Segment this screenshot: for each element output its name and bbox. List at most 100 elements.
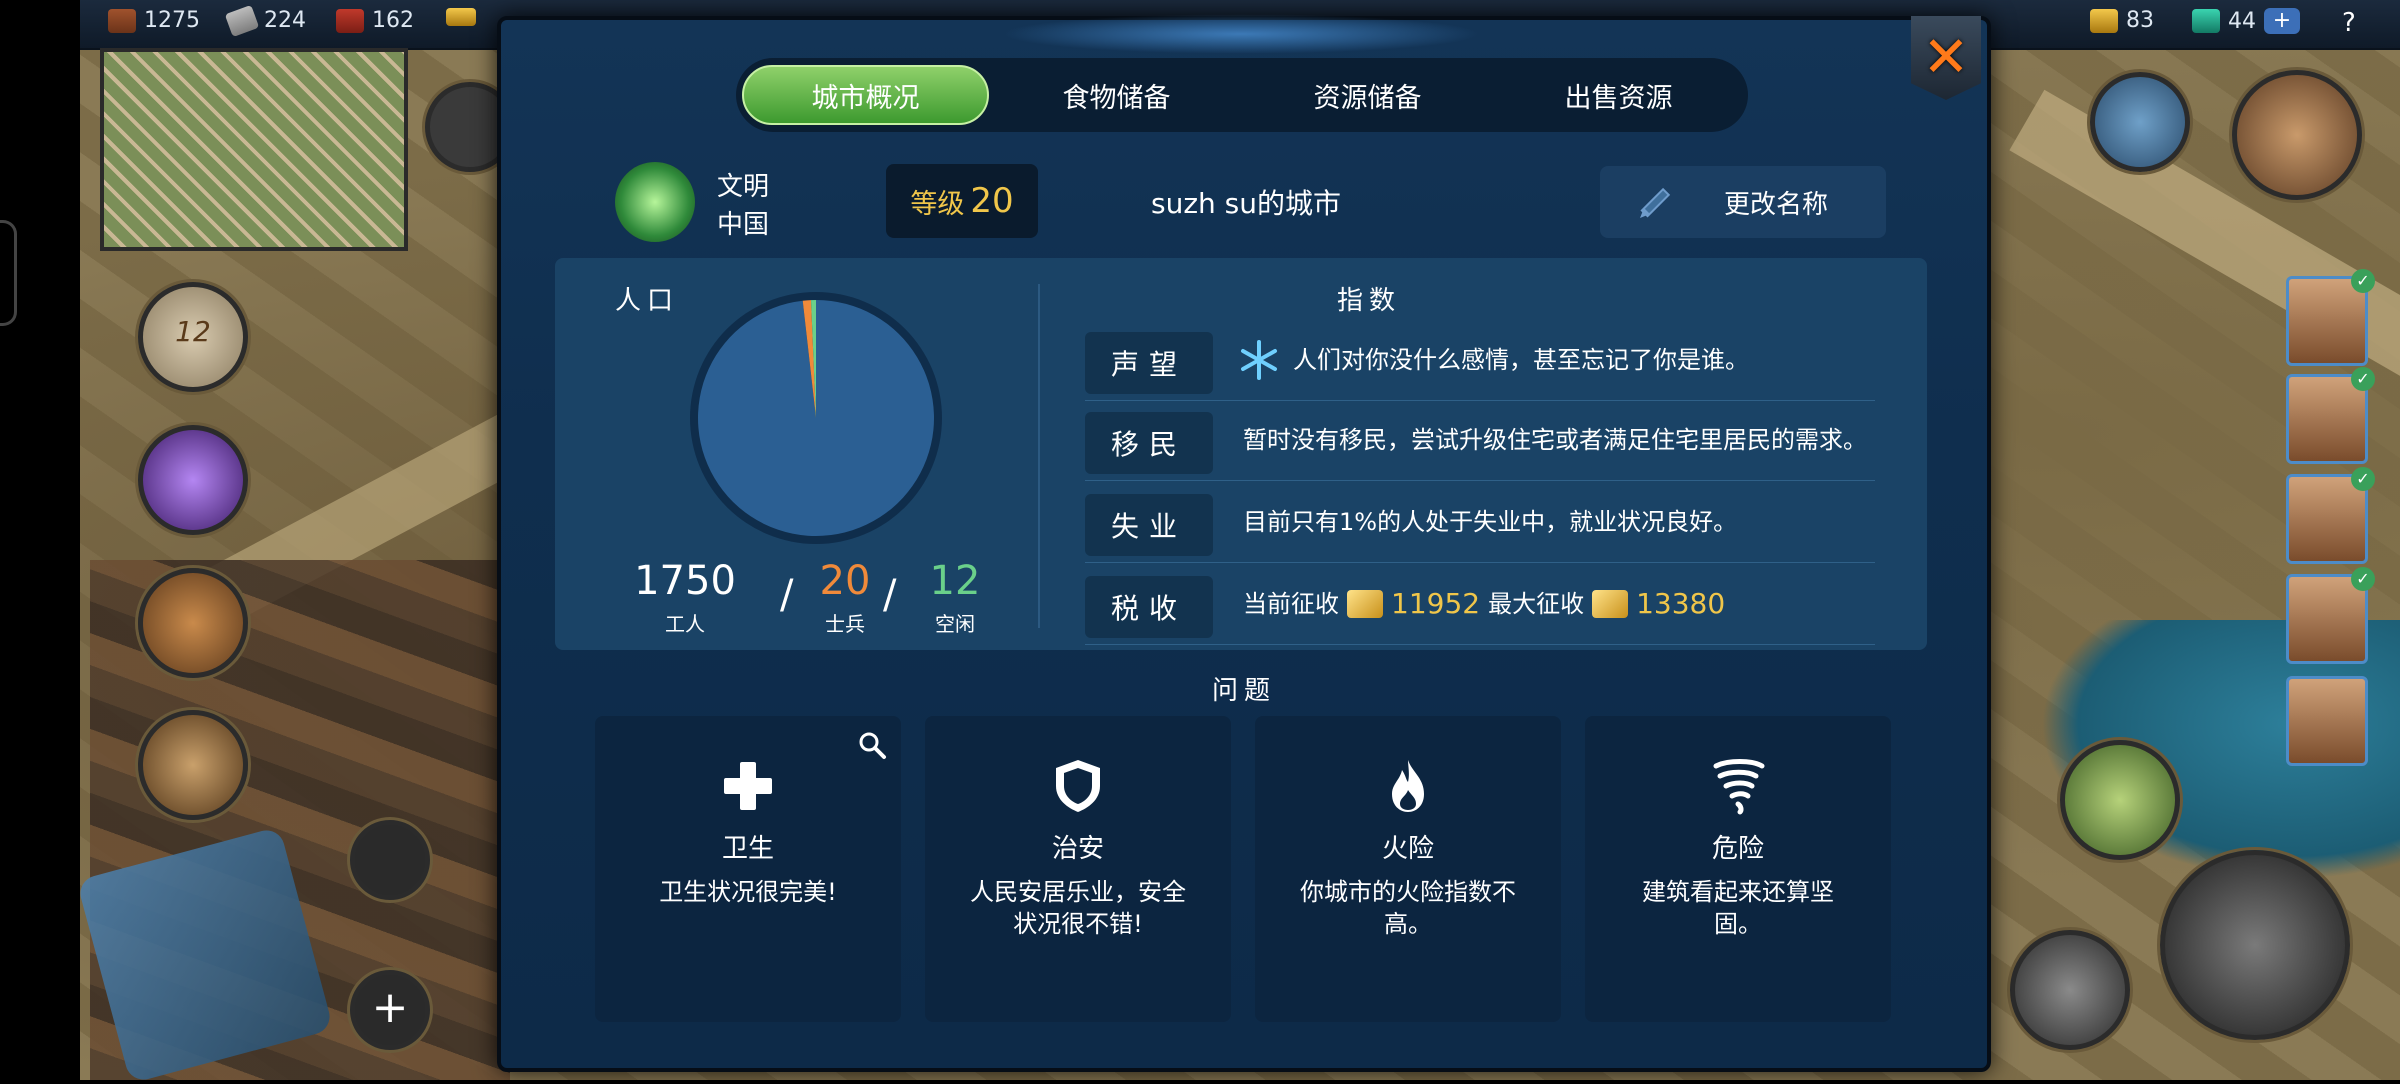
tab-food-storage[interactable]: 食物储备 [993, 65, 1240, 125]
hero-portrait[interactable]: ✓ [2286, 367, 2375, 464]
gems-count: 44 [2228, 8, 2256, 34]
city-level: 等级 20 [886, 164, 1038, 238]
help-button[interactable]: ? [2342, 8, 2356, 38]
gold-count: 83 [2126, 8, 2154, 33]
advisor-avatar[interactable] [2232, 70, 2362, 200]
calendar-button[interactable]: 12 [138, 282, 248, 392]
backpack-button[interactable] [138, 568, 248, 678]
hero-portrait[interactable]: ✓ [2286, 567, 2375, 664]
check-icon: ✓ [2351, 269, 2375, 293]
level-label: 等级 [910, 188, 965, 220]
prestige-button[interactable]: 声望 [1085, 332, 1213, 394]
unemployment-button[interactable]: 失业 [1085, 494, 1213, 556]
index-row-unemployment: 失业 目前只有1%的人处于失业中，就业状况良好。 [1085, 482, 1875, 563]
unemployment-desc: 目前只有1%的人处于失业中，就业状况良好。 [1243, 508, 1738, 536]
shield-icon [1056, 760, 1100, 812]
calendar-day: 12 [175, 315, 211, 348]
wood-icon [108, 8, 136, 33]
rename-city-button[interactable]: 更改名称 [1600, 166, 1886, 238]
gold-resource[interactable]: 83 [2090, 8, 2154, 33]
issue-desc: 卫生状况很完美! [659, 878, 837, 906]
tab-bar: 城市概况 食物储备 资源储备 出售资源 [736, 58, 1748, 132]
workers-count: 1750 [634, 558, 736, 604]
build-hammer-button[interactable] [2160, 850, 2350, 1040]
tools-count: 224 [264, 8, 306, 33]
issue-desc: 建筑看起来还算坚固。 [1642, 878, 1834, 938]
bricks-count: 162 [372, 8, 414, 33]
add-button[interactable]: + [350, 970, 430, 1050]
tools-resource[interactable]: 224 [224, 4, 306, 37]
tab-sell-resources[interactable]: 出售资源 [1495, 65, 1742, 125]
issue-title: 火险 [1381, 834, 1434, 864]
bricks-resource[interactable]: 162 [336, 8, 414, 33]
hero-portrait[interactable]: ✓ [2286, 269, 2375, 366]
issue-desc: 你城市的火险指数不高。 [1300, 878, 1516, 938]
wood-resource[interactable]: 1275 [108, 8, 200, 33]
pencil-icon [1640, 187, 1671, 218]
max-tax-label: 最大征收 [1488, 590, 1585, 618]
tab-resource-storage[interactable]: 资源储备 [1244, 65, 1491, 125]
index-row-prestige: 声望 人们对你没什么感情，甚至忘记了你是谁。 [1085, 320, 1875, 401]
issue-card-danger[interactable]: 危险 建筑看起来还算坚固。 [1585, 716, 1891, 1022]
tools-icon [224, 4, 260, 37]
tax-button[interactable]: 税收 [1085, 576, 1213, 638]
search-icon[interactable] [857, 730, 887, 760]
potion-button[interactable] [138, 425, 248, 535]
shovel-button[interactable] [2010, 930, 2130, 1050]
indices-title: 指数 [1337, 286, 1402, 316]
tax-info: 当前征收 11952 最大征收 13380 [1243, 564, 1873, 644]
tab-city-overview[interactable]: 城市概况 [742, 65, 990, 125]
screen-edge [0, 0, 80, 1080]
more-resources[interactable] [446, 8, 476, 26]
index-row-immigration: 移民 暂时没有移民，尝试升级住宅或者满足住宅里居民的需求。 [1085, 400, 1875, 481]
max-tax-value: 13380 [1636, 587, 1726, 620]
gold-coin-icon [1347, 590, 1383, 618]
issue-card-sanitation[interactable]: 卫生 卫生状况很完美! [595, 716, 901, 1022]
buy-gems-button[interactable]: + [2264, 8, 2300, 34]
civilization-label: 文明 [717, 172, 770, 202]
population-title: 人口 [615, 286, 680, 316]
rename-label: 更改名称 [1724, 189, 1829, 220]
issues-title: 问题 [1211, 676, 1276, 706]
stats-panel: 人口 1750 工人 / 20 士兵 / 12 空闲 指数 声望 人们对你没什么… [555, 258, 1927, 650]
current-tax-label: 当前征收 [1243, 590, 1339, 618]
prestige-desc: 人们对你没什么感情，甚至忘记了你是谁。 [1293, 346, 1749, 374]
check-icon: ✓ [2351, 467, 2375, 491]
market-button[interactable] [138, 710, 248, 820]
idle-label: 空闲 [935, 612, 975, 636]
divider [1038, 284, 1040, 628]
index-row-tax: 税收 当前征收 11952 最大征收 13380 [1085, 564, 1875, 645]
gems-resource[interactable]: 44 + [2192, 8, 2300, 34]
city-overview-dialog: ✕ 城市概况 食物储备 资源储备 出售资源 文明 中国 等级 20 suzh s… [497, 14, 1991, 1072]
flame-icon [1392, 760, 1424, 812]
immigration-button[interactable]: 移民 [1085, 412, 1213, 474]
stone-icon [446, 8, 476, 26]
city-name: suzh su的城市 [1151, 187, 1342, 220]
current-tax-value: 11952 [1391, 587, 1481, 620]
workers-label: 工人 [665, 612, 705, 636]
layers-button[interactable] [350, 820, 430, 900]
snowflake-icon [1241, 340, 1277, 380]
immigration-desc: 暂时没有移民，尝试升级住宅或者满足住宅里居民的需求。 [1243, 426, 1867, 454]
level-value: 20 [970, 181, 1014, 221]
minimap[interactable] [100, 48, 408, 251]
wood-count: 1275 [144, 8, 200, 33]
gold-coin-icon [1592, 590, 1629, 618]
road-button[interactable] [2060, 740, 2180, 860]
title-glow [1001, 14, 1481, 54]
issue-card-security[interactable]: 治安 人民安居乐业，安全状况很不错! [925, 716, 1231, 1022]
check-icon: ✓ [2351, 567, 2375, 591]
check-icon: ✓ [2351, 367, 2375, 391]
population-pie-chart [690, 292, 942, 544]
world-map-button[interactable] [2090, 72, 2190, 172]
hero-portrait[interactable] [2286, 676, 2368, 766]
hero-portrait[interactable]: ✓ [2286, 467, 2375, 564]
issue-desc: 人民安居乐业，安全状况很不错! [970, 878, 1186, 938]
dragon-emblem-icon [615, 162, 695, 242]
help-icon: ? [2342, 8, 2356, 38]
close-button[interactable]: ✕ [1911, 16, 1981, 100]
issue-card-fire[interactable]: 火险 你城市的火险指数不高。 [1255, 716, 1561, 1022]
civilization-name: 中国 [717, 210, 770, 240]
tornado-icon [1713, 759, 1765, 815]
close-icon: ✕ [1922, 25, 1970, 90]
